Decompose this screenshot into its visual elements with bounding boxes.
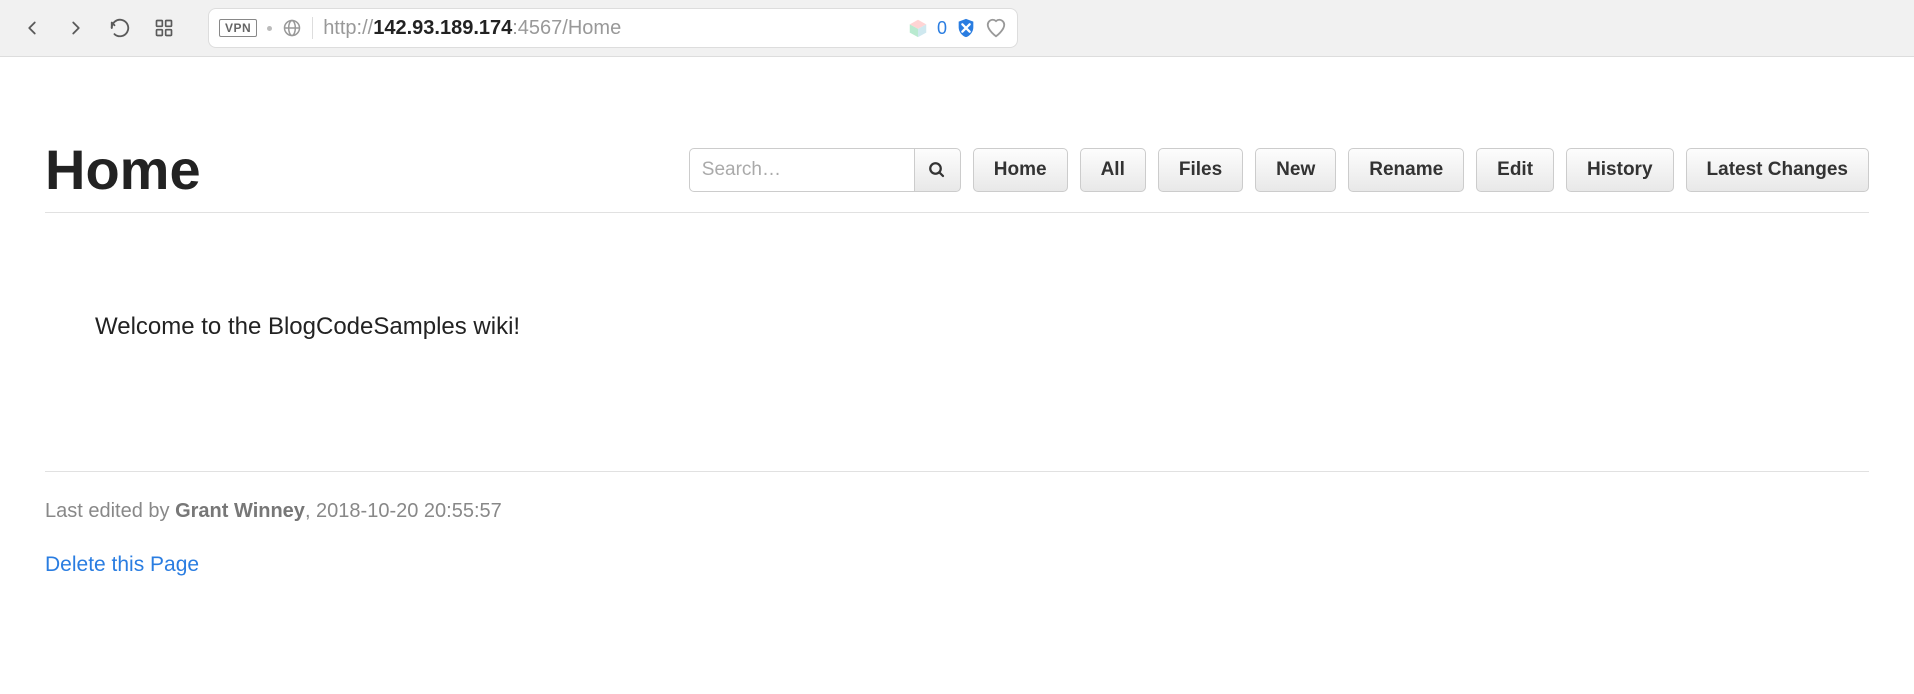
wiki-content: Welcome to the BlogCodeSamples wiki! xyxy=(45,213,1869,381)
separator xyxy=(312,17,313,39)
history-button[interactable]: History xyxy=(1566,148,1673,192)
browser-toolbar: VPN http://142.93.189.174:4567/Home 0 xyxy=(0,0,1914,57)
blocker-count: 0 xyxy=(937,18,947,39)
action-bar: search Home All Files New Rename Edit Hi… xyxy=(689,148,1869,192)
apps-button[interactable] xyxy=(146,10,182,46)
page-header: Home search Home All Files New Rename Ed… xyxy=(45,57,1869,213)
search-button[interactable]: search xyxy=(915,148,961,192)
url-host: 142.93.189.174 xyxy=(373,17,512,39)
last-edited-prefix: Last edited by xyxy=(45,500,175,522)
last-edited-author: Grant Winney xyxy=(175,500,305,522)
url-scheme: http:// xyxy=(323,17,373,39)
page-footer: Last edited by Grant Winney, 2018-10-20 … xyxy=(45,472,1869,577)
cube-icon[interactable] xyxy=(907,17,929,39)
search-input[interactable] xyxy=(689,148,915,192)
globe-icon xyxy=(282,18,302,38)
url-path: :4567/Home xyxy=(512,17,621,39)
back-button[interactable] xyxy=(14,10,50,46)
last-edited-timestamp: , 2018-10-20 20:55:57 xyxy=(305,500,502,522)
url-display: http://142.93.189.174:4567/Home xyxy=(323,17,621,40)
edit-button[interactable]: Edit xyxy=(1476,148,1554,192)
page-body: Home search Home All Files New Rename Ed… xyxy=(0,57,1914,577)
status-dot xyxy=(267,26,272,31)
new-button[interactable]: New xyxy=(1255,148,1336,192)
address-bar-right: 0 xyxy=(907,17,1007,39)
search-group: search xyxy=(689,148,961,192)
welcome-text: Welcome to the BlogCodeSamples wiki! xyxy=(95,313,1819,341)
latest-changes-button[interactable]: Latest Changes xyxy=(1686,148,1869,192)
home-button[interactable]: Home xyxy=(973,148,1068,192)
vpn-badge[interactable]: VPN xyxy=(219,19,257,37)
all-button[interactable]: All xyxy=(1080,148,1146,192)
shield-icon[interactable] xyxy=(955,17,977,39)
heart-icon[interactable] xyxy=(985,17,1007,39)
forward-button[interactable] xyxy=(58,10,94,46)
page-title: Home xyxy=(45,137,201,202)
rename-button[interactable]: Rename xyxy=(1348,148,1464,192)
delete-page-link[interactable]: Delete this Page xyxy=(45,553,199,577)
reload-button[interactable] xyxy=(102,10,138,46)
files-button[interactable]: Files xyxy=(1158,148,1243,192)
address-bar[interactable]: VPN http://142.93.189.174:4567/Home 0 xyxy=(208,8,1018,48)
last-edited: Last edited by Grant Winney, 2018-10-20 … xyxy=(45,500,1869,523)
